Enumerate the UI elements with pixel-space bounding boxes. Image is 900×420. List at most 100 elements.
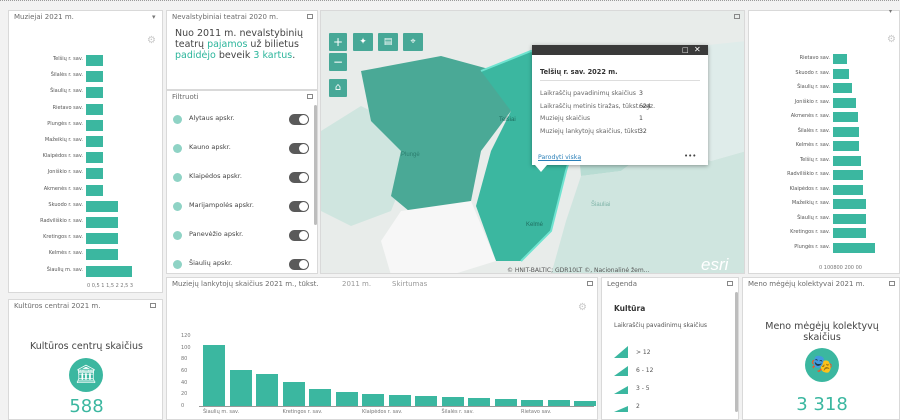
- bar[interactable]: [833, 184, 863, 195]
- amateur-value: 3 318: [796, 394, 848, 415]
- bar[interactable]: [833, 155, 861, 166]
- zoom-out-button[interactable]: −: [329, 53, 347, 71]
- gear-icon[interactable]: ⚙: [147, 35, 156, 46]
- theatres-text: Nuo 2011 m. nevalstybinių teatrų pajamos…: [175, 28, 304, 61]
- filter-toggle[interactable]: [289, 114, 309, 125]
- bar[interactable]: [86, 233, 118, 245]
- layers-button[interactable]: ✦: [353, 33, 373, 51]
- scrollbar[interactable]: [314, 105, 317, 225]
- home-button[interactable]: ⌂: [329, 79, 347, 97]
- bar-label: Šiaulių r. sav.: [50, 88, 83, 95]
- bar[interactable]: [86, 119, 104, 131]
- print-button[interactable]: ▤: [378, 33, 398, 51]
- filter-label: Alytaus apskr.: [189, 114, 235, 122]
- columns-icon: 🏛: [69, 358, 103, 392]
- bar[interactable]: [833, 242, 875, 253]
- bar[interactable]: [86, 71, 104, 83]
- bar[interactable]: [256, 373, 278, 406]
- bar-label: Šilalės r. sav.: [50, 72, 83, 79]
- filter-item: Kauno apskr.: [167, 138, 317, 160]
- bar[interactable]: [86, 55, 104, 66]
- bar-label: Telšių r. sav.: [799, 156, 830, 163]
- bar[interactable]: [86, 168, 104, 180]
- color-dot-icon: [173, 115, 182, 124]
- filter-toggle[interactable]: [289, 201, 309, 212]
- bar[interactable]: [362, 393, 384, 406]
- close-icon[interactable]: ✕: [694, 45, 701, 54]
- bar[interactable]: [86, 103, 104, 115]
- popup-link[interactable]: Parodyti viską: [538, 154, 581, 161]
- culture-panel: Kultūros centrai 2021 m. Kultūros centrų…: [8, 299, 163, 420]
- museums-panel: Muziejai 2021 m. ▾ ⚙ Telšių r. sav. Šilal…: [8, 10, 163, 293]
- bar[interactable]: [833, 68, 849, 79]
- maximize-icon[interactable]: [307, 14, 313, 19]
- chevron-down-icon[interactable]: ▾: [152, 13, 156, 21]
- more-icon[interactable]: •••: [684, 152, 696, 160]
- filter-toggle[interactable]: [289, 143, 309, 154]
- filter-toggle[interactable]: [289, 172, 309, 183]
- legend-label: 6 - 12: [636, 367, 654, 374]
- bar[interactable]: [282, 381, 305, 406]
- culture-caption: Kultūros centrų skaičius: [30, 341, 143, 352]
- popup-row-value: 1: [639, 115, 643, 122]
- filter-toggle[interactable]: [289, 259, 309, 270]
- bar-label: Radviliškio r. sav.: [40, 218, 83, 224]
- bar[interactable]: [86, 152, 104, 164]
- bar[interactable]: [86, 217, 118, 228]
- bar[interactable]: [833, 54, 847, 64]
- x-axis-label: 0 0,5 1 1,5 2 2,5 3: [87, 283, 134, 289]
- locate-button[interactable]: ⌖: [403, 33, 423, 51]
- maximize-icon[interactable]: [889, 281, 895, 286]
- y-tick-label: 20: [181, 391, 188, 398]
- color-dot-icon: [173, 202, 182, 211]
- bar[interactable]: [833, 213, 867, 224]
- maximize-icon[interactable]: □: [682, 46, 689, 54]
- maximize-icon[interactable]: [734, 14, 740, 19]
- bar[interactable]: [86, 87, 104, 99]
- bar[interactable]: [388, 394, 411, 406]
- zoom-in-button[interactable]: +: [329, 33, 347, 51]
- map-label: Šiauliai: [591, 201, 610, 208]
- bar[interactable]: [833, 97, 856, 108]
- bar[interactable]: [86, 184, 104, 196]
- bar[interactable]: [833, 170, 863, 180]
- maximize-icon[interactable]: [150, 303, 156, 308]
- bar-label: Plungės r. sav.: [47, 120, 83, 127]
- bar[interactable]: [309, 388, 331, 406]
- bar[interactable]: [86, 249, 118, 261]
- bar[interactable]: [468, 397, 490, 406]
- bar[interactable]: [833, 228, 867, 238]
- bar[interactable]: [833, 83, 853, 93]
- bar[interactable]: [833, 112, 858, 122]
- bar[interactable]: [441, 397, 464, 406]
- bar[interactable]: [335, 392, 358, 406]
- filter-item: Panevėžio apskr.: [167, 225, 317, 247]
- bar[interactable]: [86, 265, 132, 277]
- scrollbar[interactable]: [735, 292, 738, 412]
- bar[interactable]: [86, 200, 118, 212]
- legend-swatch: [614, 386, 628, 394]
- legend-label: 2: [636, 403, 640, 410]
- bar-label: Šilalės r. sav.: [797, 127, 830, 134]
- map-attribution: © HNIT-BALTIC; GDR10LT ©, Nacionalinė že…: [507, 267, 650, 274]
- bar-label: Telšių r. sav.: [52, 56, 83, 62]
- filter-label: Šiaulių apskr.: [189, 259, 233, 267]
- maximize-icon[interactable]: [307, 94, 313, 99]
- filter-label: Marijampolės apskr.: [189, 201, 254, 209]
- legend-subheading: Laikraščių pavadinimų skaičius: [614, 322, 708, 329]
- bar[interactable]: [203, 344, 225, 406]
- bar[interactable]: [833, 126, 860, 137]
- bar[interactable]: [229, 369, 252, 406]
- gear-icon[interactable]: ⚙: [887, 34, 896, 45]
- maximize-icon[interactable]: [727, 281, 733, 286]
- bar[interactable]: [833, 199, 867, 209]
- x-tick-label: Kretingos r. sav.: [282, 409, 323, 415]
- bar[interactable]: [86, 136, 104, 147]
- popup-row-value: 3: [639, 90, 643, 97]
- bar[interactable]: [415, 396, 437, 406]
- chevron-down-icon[interactable]: ▾: [889, 8, 892, 15]
- bar[interactable]: [494, 399, 517, 406]
- bar[interactable]: [833, 141, 860, 151]
- filter-toggle[interactable]: [289, 230, 309, 241]
- x-tick-label: Šilalės r. sav.: [441, 409, 474, 415]
